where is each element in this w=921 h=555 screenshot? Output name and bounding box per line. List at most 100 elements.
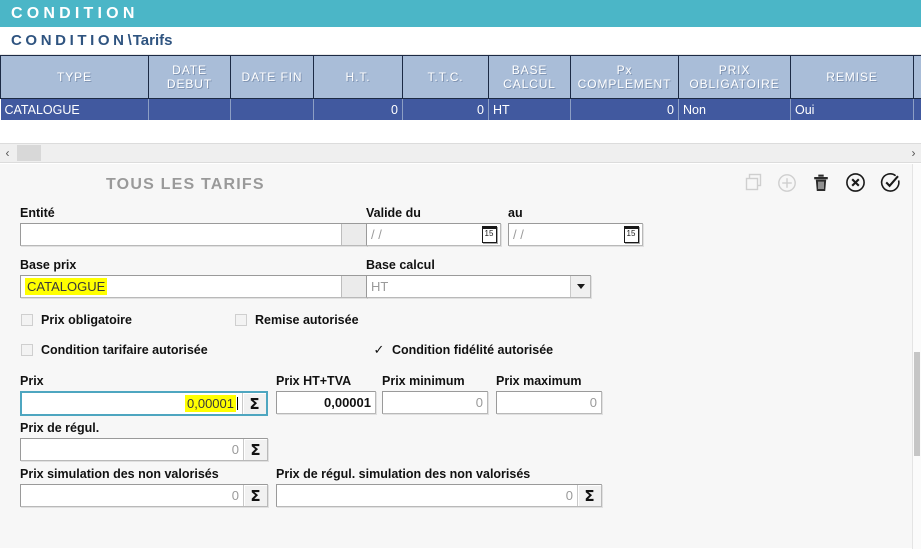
prix-regul-simulation-sigma-button[interactable]: Σ <box>577 485 601 506</box>
checkbox-label-condition-tarifaire: Condition tarifaire autorisée <box>41 343 208 357</box>
valide-au-label: au <box>508 206 643 220</box>
calendar-icon-valide-au[interactable]: 15 <box>620 224 642 245</box>
field-entite: Entité <box>20 206 367 246</box>
cell-type[interactable]: CATALOGUE <box>1 99 149 121</box>
field-valide-au: au / / 15 <box>508 206 643 246</box>
prix-input[interactable]: 0,00001 Σ <box>20 391 268 416</box>
column-header-ttc[interactable]: T.T.C. <box>403 56 489 99</box>
check-icon: ✓ <box>372 344 386 356</box>
prix-maximum-label: Prix maximum <box>496 374 602 388</box>
vertical-scrollbar-thumb[interactable] <box>914 352 920 456</box>
prix-minimum-input[interactable]: 0 <box>382 391 488 414</box>
base-calcul-select[interactable]: HT <box>366 275 591 298</box>
field-prix-minimum: Prix minimum 0 <box>382 374 488 414</box>
validate-icon[interactable] <box>880 172 901 193</box>
base-prix-input[interactable]: CATALOGUE <box>20 275 367 298</box>
prix-regul-simulation-value: 0 <box>277 485 577 506</box>
field-prix-regul-simulation: Prix de régul. simulation des non valori… <box>276 467 602 507</box>
prix-simulation-input[interactable]: 0 Σ <box>20 484 268 507</box>
base-prix-label: Base prix <box>20 258 367 272</box>
column-header-base-calcul[interactable]: BASE CALCUL <box>489 56 571 99</box>
prix-regul-value: 0 <box>21 439 243 460</box>
text-cursor <box>237 397 238 410</box>
calendar-icon-valide-du[interactable]: 15 <box>478 224 500 245</box>
vertical-scrollbar[interactable] <box>912 164 921 549</box>
scroll-right-icon[interactable]: › <box>906 147 921 159</box>
prix-regul-sigma-button[interactable]: Σ <box>243 439 267 460</box>
breadcrumb-root[interactable]: CONDITION <box>11 32 128 49</box>
base-calcul-label: Base calcul <box>366 258 591 272</box>
checkbox-box-condition-tarifaire[interactable] <box>21 344 33 356</box>
duplicate-icon[interactable] <box>744 173 763 192</box>
prix-sigma-button[interactable]: Σ <box>242 393 266 414</box>
checkbox-remise-autorisee[interactable]: Remise autorisée <box>235 313 359 327</box>
field-prix: Prix 0,00001 Σ <box>20 374 268 416</box>
row-checkboxes-2: Condition tarifaire autorisée ✓ Conditio… <box>14 340 907 374</box>
checkbox-condition-fidelite[interactable]: ✓ Condition fidélité autorisée <box>372 343 553 357</box>
entite-input[interactable] <box>20 223 367 246</box>
checkbox-label-condition-fidelite: Condition fidélité autorisée <box>392 343 553 357</box>
column-header-date-fin[interactable]: DATE FIN <box>231 56 314 99</box>
entite-lookup-button[interactable] <box>341 224 366 245</box>
column-header-prix-obligatoire[interactable]: PRIX OBLIGATOIRE <box>679 56 791 99</box>
grid-empty-area <box>0 121 921 143</box>
chevron-down-icon[interactable] <box>570 276 590 297</box>
prix-regul-label: Prix de régul. <box>20 421 268 435</box>
prix-label: Prix <box>20 374 268 388</box>
valide-du-input[interactable]: / / 15 <box>366 223 501 246</box>
cell-ttc[interactable]: 0 <box>403 99 489 121</box>
cancel-icon[interactable] <box>845 172 866 193</box>
cell-overflow <box>914 99 921 121</box>
column-header-px-complement[interactable]: Px COMPLEMENT <box>571 56 679 99</box>
checkbox-label-remise-autorisee: Remise autorisée <box>255 313 359 327</box>
valide-du-value: / / <box>367 224 478 245</box>
prix-maximum-input[interactable]: 0 <box>496 391 602 414</box>
panel-header: TOUS LES TARIFS <box>14 164 907 206</box>
prix-minimum-label: Prix minimum <box>382 374 488 388</box>
base-prix-value: CATALOGUE <box>25 278 107 295</box>
cell-date-debut[interactable] <box>149 99 231 121</box>
scrollbar-thumb[interactable] <box>17 145 41 161</box>
field-prix-maximum: Prix maximum 0 <box>496 374 602 414</box>
tariffs-table: TYPE DATE DEBUT DATE FIN H.T. T.T.C. BAS… <box>0 55 921 121</box>
valide-au-input[interactable]: / / 15 <box>508 223 643 246</box>
cell-ht[interactable]: 0 <box>314 99 403 121</box>
field-base-calcul: Base calcul HT <box>366 258 591 298</box>
checkbox-label-prix-obligatoire: Prix obligatoire <box>41 313 132 327</box>
horizontal-scrollbar[interactable]: ‹ › <box>0 143 921 163</box>
checkbox-condition-tarifaire[interactable]: Condition tarifaire autorisée <box>21 343 208 357</box>
checkbox-prix-obligatoire[interactable]: Prix obligatoire <box>21 313 132 327</box>
column-header-ht[interactable]: H.T. <box>314 56 403 99</box>
base-prix-lookup-button[interactable] <box>341 276 366 297</box>
table-header-row: TYPE DATE DEBUT DATE FIN H.T. T.T.C. BAS… <box>1 56 921 99</box>
column-header-type[interactable]: TYPE <box>1 56 149 99</box>
cell-prix-obligatoire[interactable]: Non <box>679 99 791 121</box>
cell-px-complement[interactable]: 0 <box>571 99 679 121</box>
field-valide-du: Valide du / / 15 <box>366 206 501 246</box>
prix-regul-simulation-input[interactable]: 0 Σ <box>276 484 602 507</box>
scroll-left-icon[interactable]: ‹ <box>0 147 15 159</box>
prix-regul-input[interactable]: 0 Σ <box>20 438 268 461</box>
checkbox-box-remise-autorisee[interactable] <box>235 314 247 326</box>
prix-minimum-value: 0 <box>383 392 487 413</box>
column-header-remise[interactable]: REMISE <box>791 56 914 99</box>
delete-icon[interactable] <box>811 173 831 193</box>
prix-simulation-sigma-button[interactable]: Σ <box>243 485 267 506</box>
add-icon[interactable] <box>777 173 797 193</box>
cell-date-fin[interactable] <box>231 99 314 121</box>
tariffs-grid[interactable]: TYPE DATE DEBUT DATE FIN H.T. T.T.C. BAS… <box>0 55 921 143</box>
valide-au-value: / / <box>509 224 620 245</box>
row-checkboxes-1: Prix obligatoire Remise autorisée <box>14 310 907 340</box>
window-title: CONDITION <box>11 5 139 23</box>
valide-du-label: Valide du <box>366 206 501 220</box>
prix-ht-tva-value: 0,00001 <box>277 392 375 413</box>
table-row[interactable]: CATALOGUE 0 0 HT 0 Non Oui <box>1 99 921 121</box>
row-entite-dates: Entité Valide du / / 15 au / / 15 <box>14 206 907 258</box>
cell-remise[interactable]: Oui <box>791 99 914 121</box>
breadcrumb-current: Tarifs <box>133 32 173 49</box>
cell-base-calcul[interactable]: HT <box>489 99 571 121</box>
checkbox-box-prix-obligatoire[interactable] <box>21 314 33 326</box>
prix-ht-tva-input[interactable]: 0,00001 <box>276 391 376 414</box>
column-header-date-debut[interactable]: DATE DEBUT <box>149 56 231 99</box>
scrollbar-track[interactable] <box>15 144 906 162</box>
